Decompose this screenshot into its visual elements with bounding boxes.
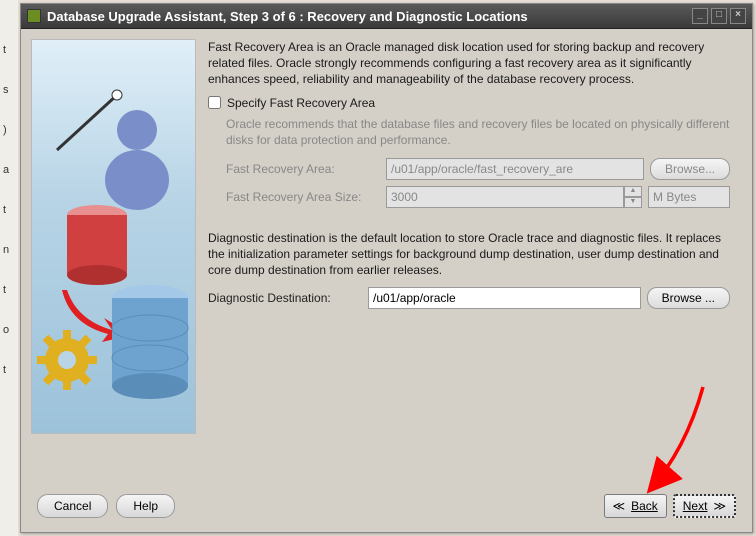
spinner-up-icon: ▲ [624,186,642,197]
cancel-button[interactable]: Cancel [37,494,108,518]
wizard-footer: Cancel Help ≪ Back Next ≫ [21,484,752,532]
maximize-button[interactable]: □ [711,8,727,24]
wizard-side-image [31,39,196,434]
desktop-left-strip: t s ) a t n t o t [0,0,18,536]
diag-dest-label: Diagnostic Destination: [208,291,368,305]
fra-recommend-text: Oracle recommends that the database file… [226,116,730,148]
specify-fra-checkbox[interactable] [208,96,221,109]
specify-fra-label: Specify Fast Recovery Area [227,96,375,110]
fra-size-input [386,186,624,208]
diag-intro-text: Diagnostic destination is the default lo… [208,230,730,279]
window-title: Database Upgrade Assistant, Step 3 of 6 … [47,9,528,24]
dialog-window: Database Upgrade Assistant, Step 3 of 6 … [20,3,753,533]
fra-browse-button: Browse... [650,158,730,180]
diag-browse-button[interactable]: Browse ... [647,287,730,309]
diag-dest-input[interactable] [368,287,641,309]
next-button[interactable]: Next ≫ [673,494,736,518]
help-button[interactable]: Help [116,494,175,518]
fra-size-spinner: ▲ ▼ [624,186,642,208]
close-button[interactable]: × [730,8,746,24]
back-button[interactable]: ≪ Back [604,494,667,518]
app-icon [27,9,41,23]
chevron-right-icon: ≫ [713,499,726,513]
chevron-left-icon: ≪ [613,499,626,513]
fra-size-label: Fast Recovery Area Size: [226,190,386,204]
spinner-down-icon: ▼ [624,197,642,208]
fra-path-label: Fast Recovery Area: [226,162,386,176]
minimize-button[interactable]: _ [692,8,708,24]
fra-intro-text: Fast Recovery Area is an Oracle managed … [208,39,730,88]
fra-path-input [386,158,644,180]
fra-unit-select [648,186,730,208]
titlebar[interactable]: Database Upgrade Assistant, Step 3 of 6 … [21,4,752,29]
